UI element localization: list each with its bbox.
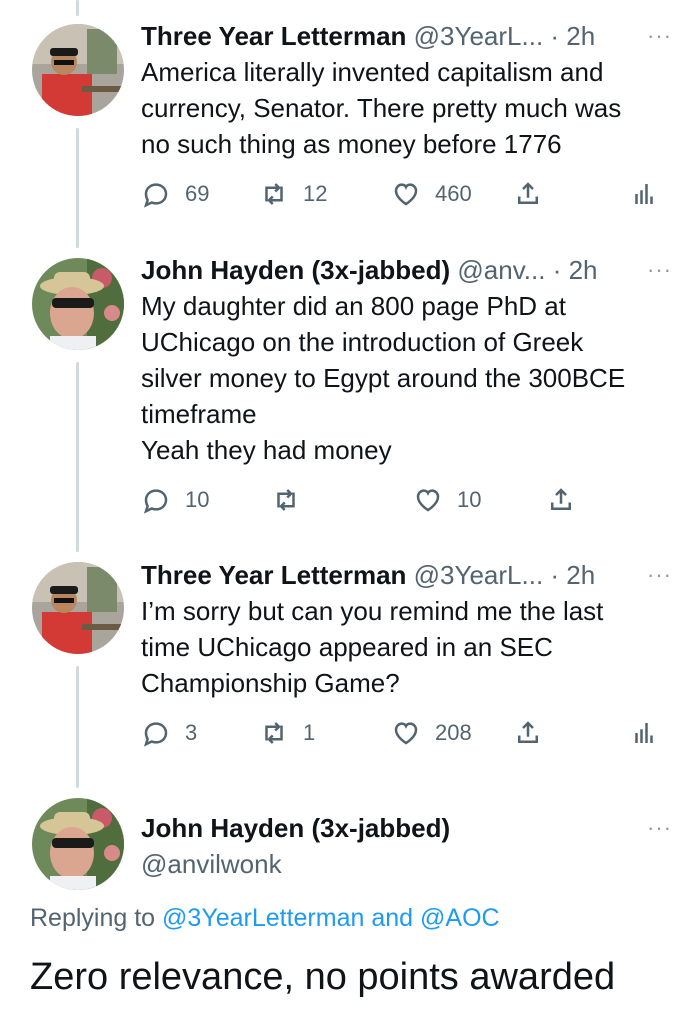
analytics-button[interactable] bbox=[629, 176, 659, 212]
analytics-button[interactable] bbox=[629, 715, 659, 751]
tweet-header: Three Year Letterman @3YearL... · 2h ··· bbox=[141, 557, 678, 593]
user-handle[interactable]: @3YearL... bbox=[414, 21, 544, 51]
avatar[interactable] bbox=[32, 562, 124, 654]
share-icon bbox=[551, 488, 571, 510]
thread-line bbox=[76, 128, 79, 248]
share-button[interactable] bbox=[513, 715, 543, 751]
display-name[interactable]: John Hayden (3x-jabbed) bbox=[141, 813, 450, 843]
more-icon[interactable]: ··· bbox=[647, 252, 672, 288]
reply-count: 69 bbox=[185, 181, 210, 206]
user-handle[interactable]: @anv... bbox=[457, 255, 545, 285]
user-handle[interactable]: @anvilwonk bbox=[141, 849, 282, 879]
share-button[interactable] bbox=[513, 176, 543, 212]
more-icon[interactable]: ··· bbox=[647, 810, 672, 846]
mention-link[interactable]: @AOC bbox=[420, 904, 500, 932]
and-label: and bbox=[371, 904, 414, 932]
share-button[interactable] bbox=[546, 482, 576, 518]
tweet-text: I’m sorry but can you remind me the last… bbox=[141, 596, 604, 698]
tweet-actions: 3 1 208 bbox=[141, 715, 678, 751]
tweet-header: @anvilwonk bbox=[141, 846, 678, 882]
like-button[interactable]: 208 bbox=[391, 715, 472, 751]
thread-line bbox=[76, 666, 79, 788]
timestamp[interactable]: · 2h bbox=[550, 21, 595, 51]
avatar[interactable] bbox=[32, 258, 124, 350]
like-count: 208 bbox=[435, 720, 472, 745]
reply-icon bbox=[143, 722, 168, 747]
user-handle[interactable]: @3YearL... bbox=[414, 560, 544, 590]
reply-icon bbox=[143, 183, 168, 208]
more-icon[interactable]: ··· bbox=[647, 557, 672, 593]
replying-to-label: Replying to bbox=[30, 904, 156, 932]
retweet-icon bbox=[265, 722, 283, 744]
share-icon bbox=[518, 182, 538, 204]
like-button[interactable]: 460 bbox=[391, 176, 472, 212]
reply-icon bbox=[143, 489, 168, 514]
thread-line bbox=[76, 0, 79, 16]
reply-count: 3 bbox=[185, 720, 198, 745]
more-icon[interactable]: ··· bbox=[647, 18, 672, 54]
retweet-button[interactable]: 12 bbox=[259, 176, 327, 212]
like-icon bbox=[394, 722, 418, 745]
avatar[interactable] bbox=[32, 798, 124, 890]
retweet-icon bbox=[277, 489, 295, 511]
tweet-header: John Hayden (3x-jabbed) ··· bbox=[141, 810, 678, 846]
tweet-actions: 69 12 460 bbox=[141, 176, 678, 212]
retweet-count: 1 bbox=[303, 720, 316, 745]
display-name[interactable]: Three Year Letterman bbox=[141, 21, 406, 51]
avatar[interactable] bbox=[32, 24, 124, 116]
share-icon bbox=[518, 721, 538, 743]
tweet-header: Three Year Letterman @3YearL... · 2h ··· bbox=[141, 18, 678, 54]
analytics-icon bbox=[635, 723, 653, 743]
mention-link[interactable]: @3YearLetterman bbox=[162, 904, 364, 932]
retweet-icon bbox=[265, 183, 283, 205]
like-icon bbox=[416, 489, 440, 512]
like-icon bbox=[394, 183, 418, 206]
tweet-text: My daughter did an 800 page PhD at UChic… bbox=[141, 291, 626, 465]
thread-line bbox=[76, 362, 79, 552]
reply-button[interactable]: 10 bbox=[141, 482, 209, 518]
retweet-count: 12 bbox=[303, 181, 328, 206]
tweet-actions: 10 10 bbox=[141, 482, 678, 518]
display-name[interactable]: John Hayden (3x-jabbed) bbox=[141, 255, 450, 285]
tweet-text: America literally invented capitalism an… bbox=[141, 57, 622, 159]
main-tweet-text: Zero relevance, no points awarded bbox=[30, 956, 616, 998]
reply-count: 10 bbox=[185, 487, 210, 512]
reply-button[interactable]: 3 bbox=[141, 715, 197, 751]
display-name[interactable]: Three Year Letterman bbox=[141, 560, 406, 590]
like-button[interactable]: 10 bbox=[413, 482, 481, 518]
reply-button[interactable]: 69 bbox=[141, 176, 209, 212]
timestamp[interactable]: · 2h bbox=[550, 560, 595, 590]
tweet-header: John Hayden (3x-jabbed) @anv... · 2h ··· bbox=[141, 252, 678, 288]
retweet-button[interactable]: 1 bbox=[259, 715, 315, 751]
retweet-button[interactable] bbox=[271, 482, 315, 518]
like-count: 460 bbox=[435, 181, 472, 206]
timestamp[interactable]: · 2h bbox=[553, 255, 598, 285]
analytics-icon bbox=[635, 184, 653, 204]
replying-to-line: Replying to @3YearLetterman and @AOC bbox=[30, 904, 500, 933]
like-count: 10 bbox=[457, 487, 482, 512]
